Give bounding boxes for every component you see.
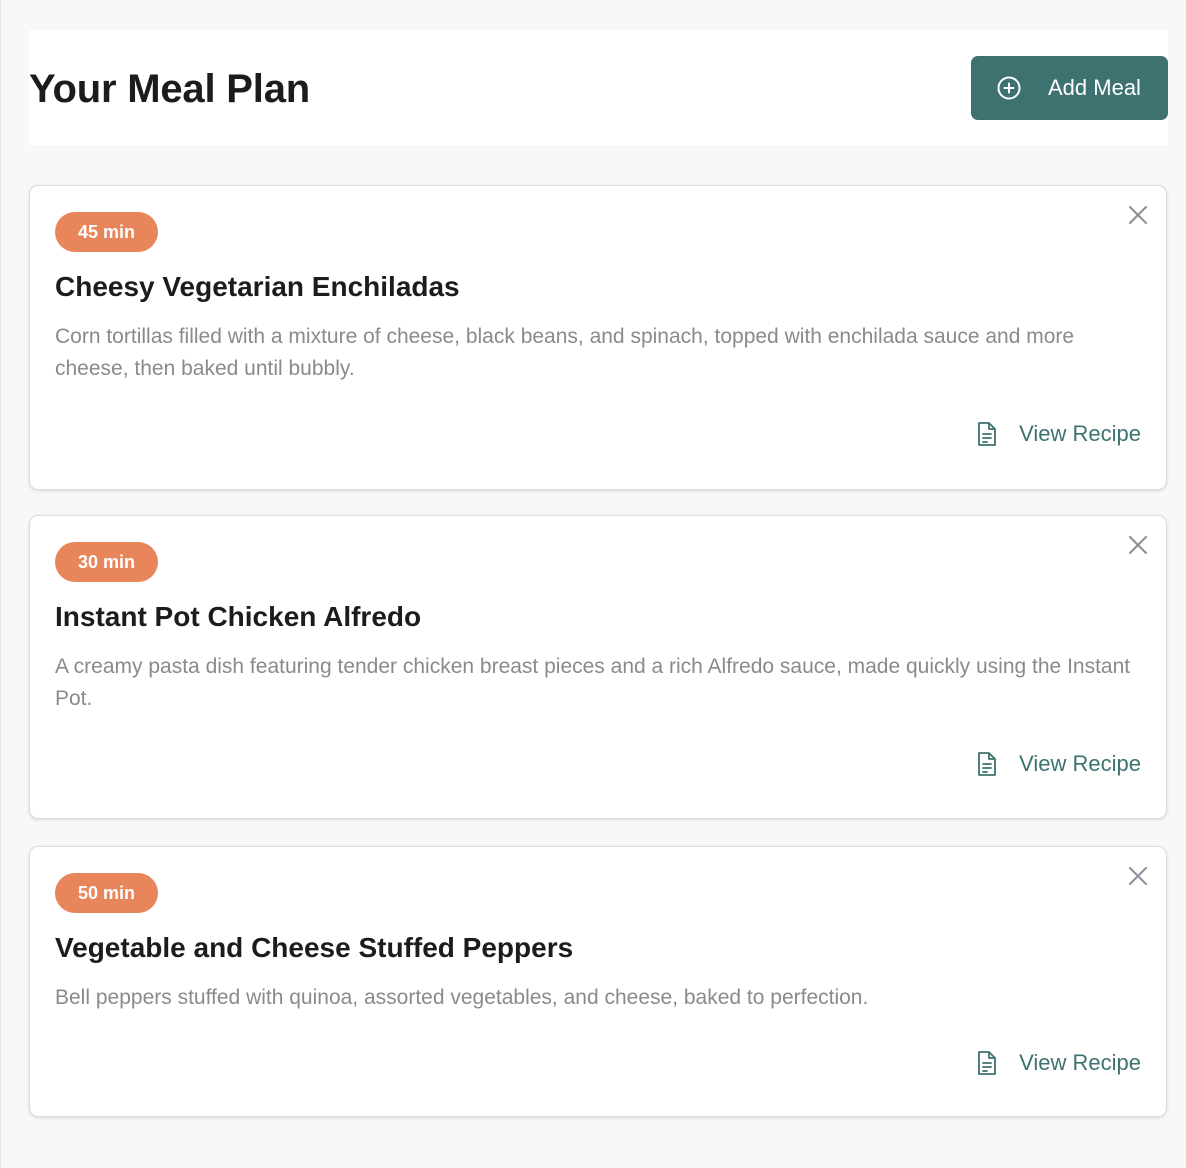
close-icon[interactable]: [1127, 204, 1149, 226]
plus-circle-icon: [997, 76, 1021, 100]
view-recipe-link[interactable]: View Recipe: [976, 749, 1141, 779]
close-icon[interactable]: [1127, 865, 1149, 887]
meal-card: 50 min Vegetable and Cheese Stuffed Pepp…: [29, 846, 1167, 1117]
add-meal-button[interactable]: Add Meal: [971, 56, 1168, 120]
page-header: Your Meal Plan Add Meal: [29, 30, 1168, 145]
time-badge: 30 min: [55, 542, 158, 582]
meal-title: Cheesy Vegetarian Enchiladas: [55, 271, 460, 302]
close-icon[interactable]: [1127, 534, 1149, 556]
document-icon: [978, 752, 997, 776]
meal-plan-page: Your Meal Plan Add Meal 45 min Cheesy Ve…: [0, 0, 1186, 1168]
document-icon: [978, 422, 997, 446]
time-badge: 50 min: [55, 873, 158, 913]
page-title: Your Meal Plan: [29, 67, 310, 111]
add-meal-label: Add Meal: [1048, 75, 1141, 100]
view-recipe-link[interactable]: View Recipe: [976, 419, 1141, 449]
meal-card: 45 min Cheesy Vegetarian Enchiladas Corn…: [29, 185, 1167, 490]
meal-description: Bell peppers stuffed with quinoa, assort…: [55, 986, 869, 1009]
meal-card: 30 min Instant Pot Chicken Alfredo A cre…: [29, 515, 1167, 819]
time-badge: 45 min: [55, 212, 158, 252]
view-recipe-label: View Recipe: [1019, 1050, 1141, 1075]
document-icon: [978, 1051, 997, 1075]
meal-description: Corn tortillas filled with a mixture of …: [55, 325, 1075, 380]
view-recipe-label: View Recipe: [1019, 421, 1141, 446]
meal-description: A creamy pasta dish featuring tender chi…: [55, 655, 1131, 710]
view-recipe-link[interactable]: View Recipe: [976, 1048, 1141, 1078]
meal-title: Instant Pot Chicken Alfredo: [55, 601, 422, 632]
meal-title: Vegetable and Cheese Stuffed Peppers: [55, 932, 574, 963]
view-recipe-label: View Recipe: [1019, 751, 1141, 776]
